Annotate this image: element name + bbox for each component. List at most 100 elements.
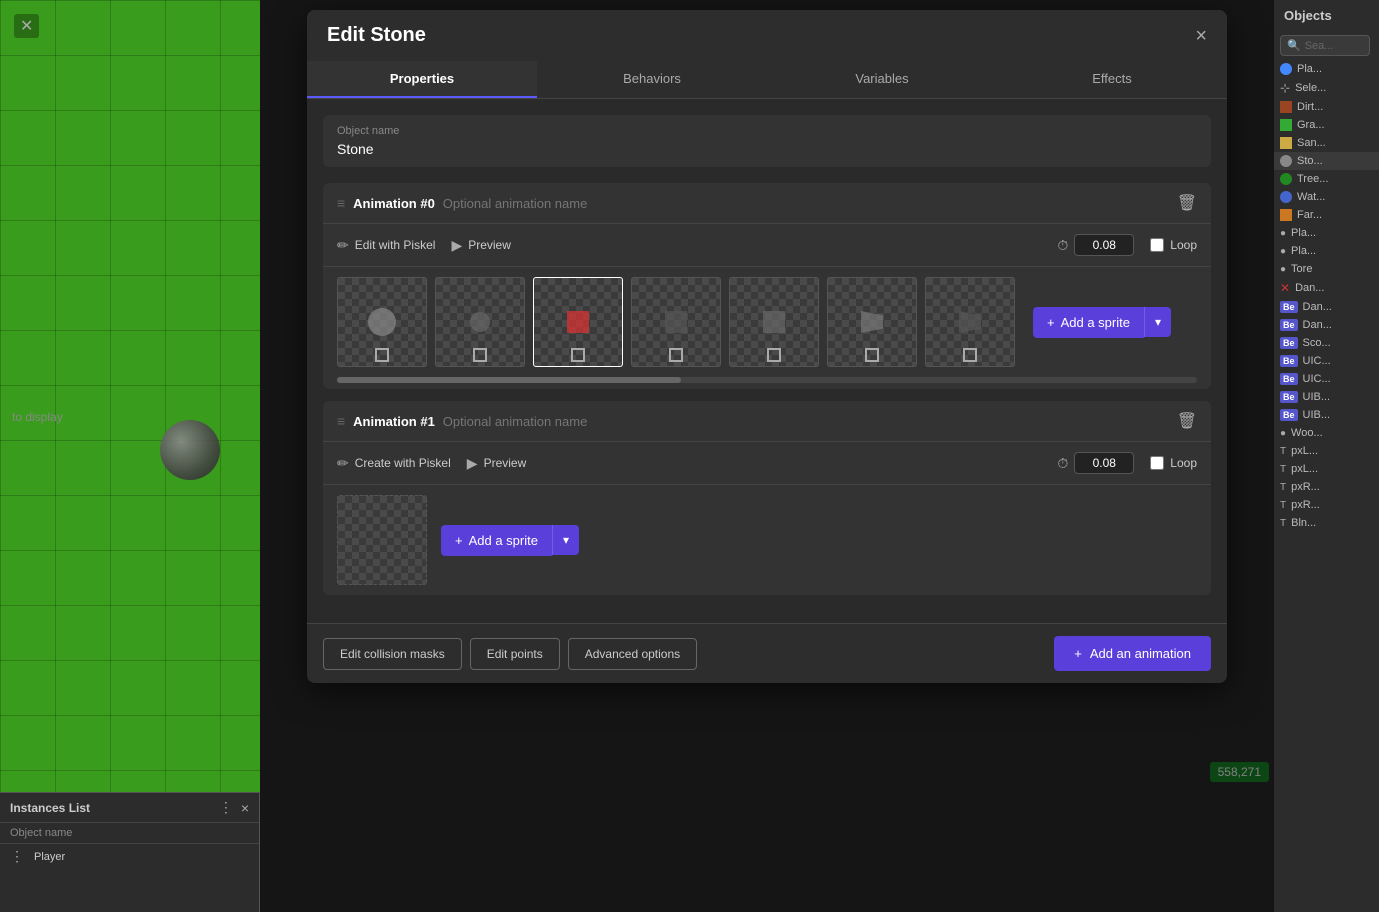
frame-selector-0-3[interactable] [669, 348, 683, 362]
obj-label: Pla... [1291, 245, 1316, 257]
obj-item-dan1[interactable]: ✕ Dan... [1274, 278, 1379, 298]
loop-checkbox-0[interactable] [1150, 238, 1164, 252]
speed-input-0[interactable] [1074, 234, 1134, 256]
obj-item-stone[interactable]: Sto... [1274, 152, 1379, 170]
obj-item-dirt[interactable]: Dirt... [1274, 98, 1379, 116]
obj-item-pxr2[interactable]: T pxR... [1274, 496, 1379, 514]
tab-effects[interactable]: Effects [997, 61, 1227, 98]
sprite-frame-0-0[interactable] [337, 277, 427, 367]
obj-label: Tree... [1297, 173, 1328, 185]
anim-1-delete-button[interactable]: 🗑 [1177, 411, 1197, 431]
obj-item-tore[interactable]: ● Tore [1274, 260, 1379, 278]
tab-behaviors[interactable]: Behaviors [537, 61, 767, 98]
obj-label: Sco... [1303, 337, 1331, 349]
preview-button-0[interactable]: ▶ Preview [451, 237, 510, 254]
object-name-label: Object name [337, 125, 1197, 137]
obj-item-pxl2[interactable]: T pxL... [1274, 460, 1379, 478]
obj-item-dan3[interactable]: Be Dan... [1274, 316, 1379, 334]
frame-selector-0-1[interactable] [473, 348, 487, 362]
obj-item-uib2[interactable]: Be UIB... [1274, 406, 1379, 424]
tab-variables[interactable]: Variables [767, 61, 997, 98]
be-badge-sco: Be [1280, 337, 1298, 349]
add-sprite-dropdown-1[interactable]: ▾ [552, 525, 579, 555]
sprite-scrollbar-0[interactable] [337, 377, 1197, 383]
anim-0-delete-button[interactable]: 🗑 [1177, 193, 1197, 213]
advanced-options-button[interactable]: Advanced options [568, 638, 697, 670]
modal-close-button[interactable]: × [1195, 26, 1207, 46]
obj-label: pxR... [1291, 499, 1320, 511]
modal-footer: Edit collision masks Edit points Advance… [307, 623, 1227, 683]
tab-properties[interactable]: Properties [307, 61, 537, 98]
obj-label: Dan... [1303, 301, 1332, 313]
animation-1-section: ≡ Animation #1 🗑 ✏ Create with Piskel ▶ … [323, 401, 1211, 595]
obj-label: Sto... [1297, 155, 1323, 167]
obj-item-dan2[interactable]: Be Dan... [1274, 298, 1379, 316]
objects-panel-header: Objects [1274, 0, 1379, 31]
anim-0-name-input[interactable] [443, 196, 1169, 211]
obj-item-sand[interactable]: San... [1274, 134, 1379, 152]
obj-item-pxl1[interactable]: T pxL... [1274, 442, 1379, 460]
sprite-frame-0-5[interactable] [827, 277, 917, 367]
obj-item-bln[interactable]: T Bln... [1274, 514, 1379, 532]
obj-item-grass[interactable]: Gra... [1274, 116, 1379, 134]
edit-points-button[interactable]: Edit points [470, 638, 560, 670]
anim-1-name-input[interactable] [443, 414, 1169, 429]
object-name-section: Object name Stone [323, 115, 1211, 167]
objects-search-bar[interactable]: 🔍 Sea... [1280, 35, 1370, 56]
obj-item-uic1[interactable]: Be UIC... [1274, 352, 1379, 370]
obj-item-pxr1[interactable]: T pxR... [1274, 478, 1379, 496]
obj-item-uic2[interactable]: Be UIC... [1274, 370, 1379, 388]
obj-icon-sand [1280, 137, 1292, 149]
obj-item-tree[interactable]: Tree... [1274, 170, 1379, 188]
sprite-frame-0-6[interactable] [925, 277, 1015, 367]
anim-1-drag-handle[interactable]: ≡ [337, 413, 345, 429]
add-sprite-button-1[interactable]: + Add a sprite [441, 525, 552, 556]
sprite-frame-1-0[interactable] [337, 495, 427, 585]
obj-item-play1[interactable]: ● Pla... [1274, 224, 1379, 242]
frame-selector-0-4[interactable] [767, 348, 781, 362]
be-badge-uib1: Be [1280, 391, 1298, 403]
modal-header: Edit Stone × [307, 10, 1227, 61]
frame-selector-0-6[interactable] [963, 348, 977, 362]
pencil-icon: ✏ [337, 237, 349, 254]
instances-menu-button[interactable]: ⋮ [219, 799, 233, 816]
instances-close-button[interactable]: × [241, 800, 249, 816]
anim-0-drag-handle[interactable]: ≡ [337, 195, 345, 211]
edit-collision-masks-button[interactable]: Edit collision masks [323, 638, 462, 670]
add-sprite-button-0[interactable]: + Add a sprite [1033, 307, 1144, 338]
animation-0-section: ≡ Animation #0 🗑 ✏ Edit with Piskel ▶ Pr… [323, 183, 1211, 389]
obj-item-farm[interactable]: Far... [1274, 206, 1379, 224]
create-with-piskel-button[interactable]: ✏ Create with Piskel [337, 455, 451, 472]
obj-item-sco[interactable]: Be Sco... [1274, 334, 1379, 352]
sprite-icon-0-5 [861, 311, 883, 333]
obj-item-select[interactable]: ⊹ Sele... [1274, 78, 1379, 98]
frame-selector-0-2[interactable] [571, 348, 585, 362]
frame-selector-0-5[interactable] [865, 348, 879, 362]
obj-item-play2[interactable]: ● Pla... [1274, 242, 1379, 260]
sprite-frame-0-2[interactable] [533, 277, 623, 367]
obj-item-woo[interactable]: ● Woo... [1274, 424, 1379, 442]
obj-label: Dan... [1295, 282, 1324, 294]
obj-label: Bln... [1291, 517, 1316, 529]
be-badge-uib2: Be [1280, 409, 1298, 421]
obj-label-tore: Tore [1291, 263, 1312, 275]
obj-icon-water [1280, 191, 1292, 203]
frame-selector-0-0[interactable] [375, 348, 389, 362]
sprite-frame-0-4[interactable] [729, 277, 819, 367]
instances-row[interactable]: ⋮ Player [0, 844, 259, 869]
add-sprite-dropdown-0[interactable]: ▾ [1144, 307, 1171, 337]
sprite-frame-0-3[interactable] [631, 277, 721, 367]
obj-item-water[interactable]: Wat... [1274, 188, 1379, 206]
loop-checkbox-1[interactable] [1150, 456, 1164, 470]
add-animation-button[interactable]: + Add an animation [1054, 636, 1211, 671]
edit-with-piskel-button[interactable]: ✏ Edit with Piskel [337, 237, 435, 254]
obj-item-player[interactable]: Pla... [1274, 60, 1379, 78]
obj-item-uib1[interactable]: Be UIB... [1274, 388, 1379, 406]
object-name-value[interactable]: Stone [337, 141, 1197, 157]
speed-input-1[interactable] [1074, 452, 1134, 474]
viewport-close-button[interactable]: ✕ [14, 14, 39, 38]
obj-icon-play1: ● [1280, 228, 1286, 239]
preview-button-1[interactable]: ▶ Preview [467, 455, 526, 472]
sprite-frame-0-1[interactable] [435, 277, 525, 367]
instances-row-menu[interactable]: ⋮ [10, 848, 24, 865]
